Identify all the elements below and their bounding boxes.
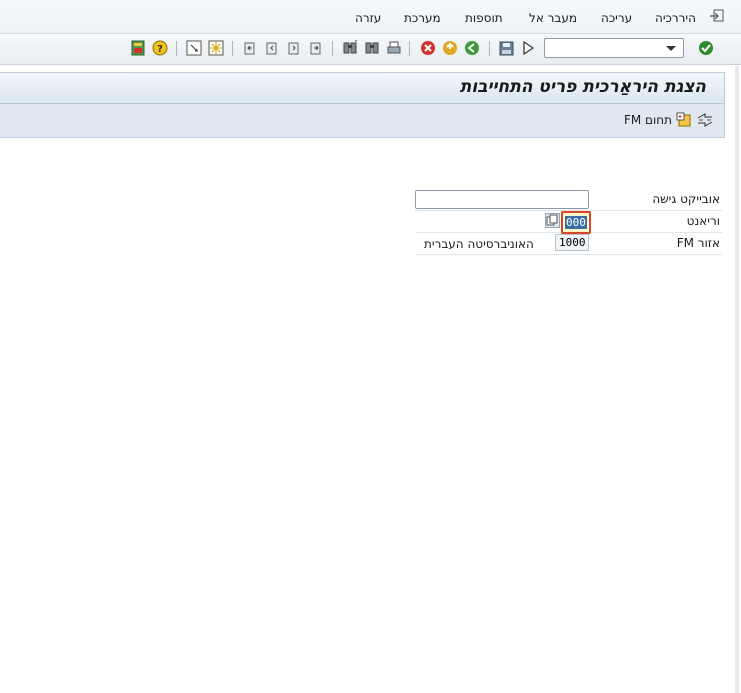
fm-area-label: תחום FM (623, 113, 672, 127)
menu-system[interactable]: מערכת (404, 11, 441, 25)
toolbar-separator (232, 41, 233, 56)
application-toolbar: תחום FM (0, 104, 725, 138)
menu-extras[interactable]: תוספות (465, 11, 503, 25)
play-icon[interactable] (519, 39, 537, 57)
variant-input[interactable]: 000 (561, 211, 591, 234)
find-icon[interactable] (341, 39, 359, 57)
variant-row: וריאנט 000 (415, 211, 722, 234)
standard-toolbar: ? (0, 34, 741, 65)
print-icon[interactable] (385, 39, 403, 57)
variant-label: וריאנט (686, 214, 720, 228)
menu-help[interactable]: עזרה (355, 11, 381, 25)
change-arrows-icon (697, 113, 713, 127)
enter-check-icon[interactable] (697, 39, 715, 57)
value-help-icon[interactable] (545, 213, 560, 228)
prev-page-icon[interactable] (263, 39, 281, 57)
fm-area-value: 1000 (559, 236, 586, 249)
cancel-icon[interactable] (419, 39, 437, 57)
fm-area-icon (676, 112, 691, 127)
toolbar-separator (489, 41, 490, 56)
menu-bar: היררכיה עריכה מעבר אל תוספות מערכת עזרה (0, 0, 741, 34)
help-icon[interactable]: ? (151, 39, 169, 57)
fm-area-description: האוניברסיטה העברית (424, 237, 534, 251)
menu-exit-icon[interactable] (709, 9, 725, 23)
customize-layout-icon[interactable] (129, 39, 147, 57)
title-bar: הצגת היראַרכית פריט התחייבות (0, 72, 725, 104)
last-page-icon[interactable] (307, 39, 325, 57)
exit-icon[interactable] (441, 39, 459, 57)
next-page-icon[interactable] (285, 39, 303, 57)
find-next-icon[interactable] (363, 39, 381, 57)
fm-area-button[interactable]: תחום FM (624, 111, 714, 129)
toolbar-separator (176, 41, 177, 56)
create-session-icon[interactable] (185, 39, 203, 57)
fm-area-input[interactable]: 1000 (555, 234, 589, 251)
first-page-icon[interactable] (241, 39, 259, 57)
vertical-scrollbar[interactable] (735, 66, 739, 693)
svg-text:?: ? (157, 44, 163, 55)
shortcut-icon[interactable] (207, 39, 225, 57)
access-object-input[interactable] (415, 190, 589, 209)
menu-edit[interactable]: עריכה (601, 11, 632, 25)
menu-goto[interactable]: מעבר אל (529, 11, 577, 25)
dropdown-icon[interactable] (666, 46, 676, 51)
command-field[interactable] (544, 38, 684, 58)
access-object-label: אובייקט גישה (652, 192, 720, 206)
toolbar-separator (409, 41, 410, 56)
save-icon[interactable] (497, 39, 515, 57)
toolbar-separator (332, 41, 333, 56)
fm-area-field-label: אזור FM (676, 236, 720, 250)
variant-value: 000 (565, 216, 587, 229)
menu-hierarchy[interactable]: היררכיה (655, 11, 696, 25)
page-title: הצגת היראַרכית פריט התחייבות (459, 77, 706, 97)
back-icon[interactable] (463, 39, 481, 57)
access-object-row: אובייקט גישה (415, 189, 722, 211)
